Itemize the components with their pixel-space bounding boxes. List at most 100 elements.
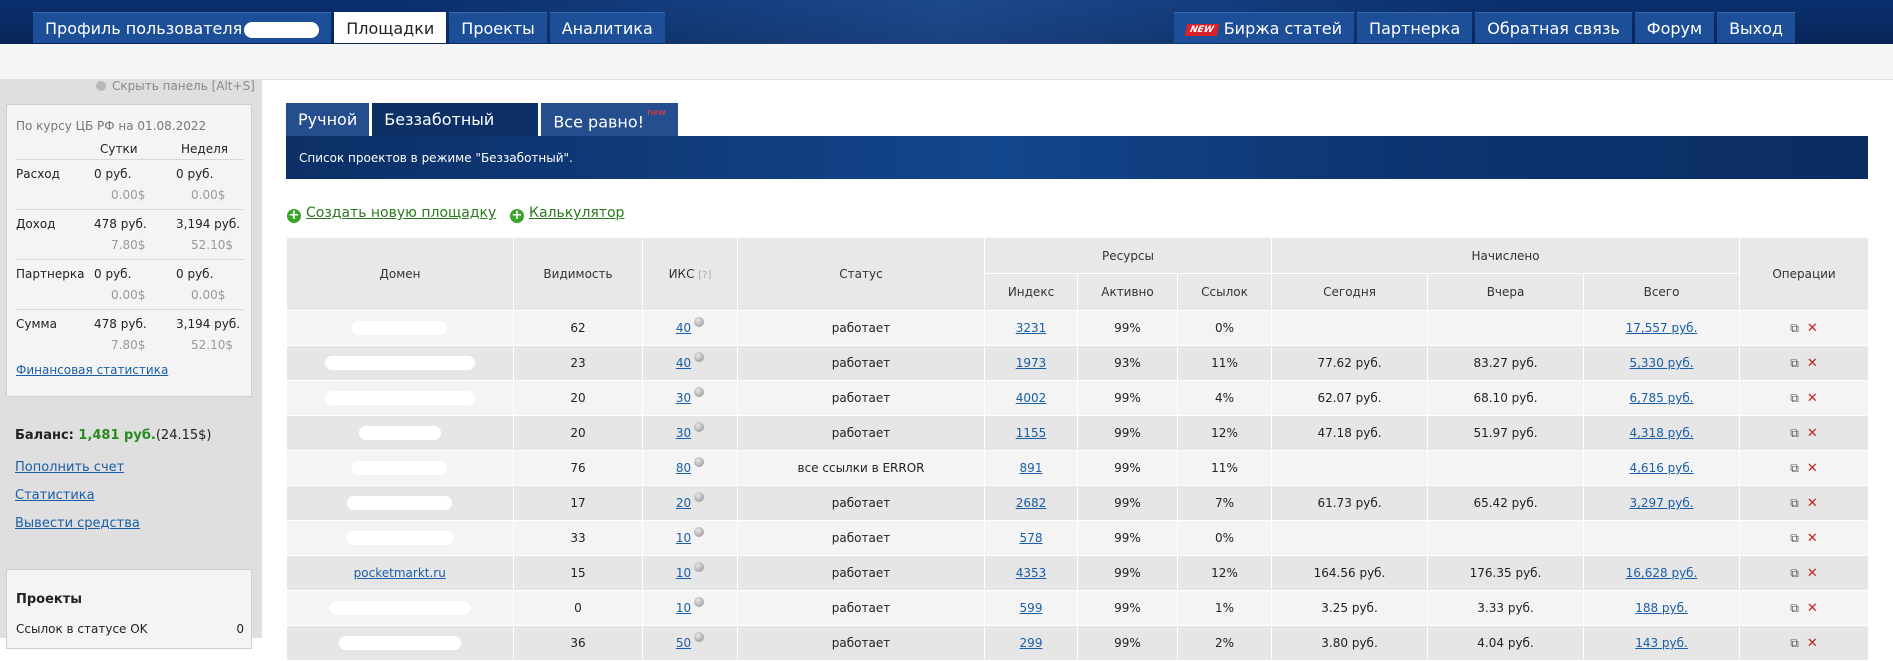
projects-row-label: Ссылок в статусе OK [16,622,148,636]
info-icon[interactable] [694,422,705,432]
iks-link[interactable]: 20 [676,496,691,510]
copy-icon[interactable]: ⧉ [1790,601,1799,616]
th-total[interactable]: Всего [1583,273,1741,311]
index-link[interactable]: 299 [1020,636,1043,650]
nav-projects[interactable]: Проекты [449,12,547,43]
delete-icon[interactable]: ✕ [1807,531,1818,546]
delete-icon[interactable]: ✕ [1807,566,1818,581]
delete-icon[interactable]: ✕ [1807,496,1818,511]
index-link[interactable]: 891 [1020,461,1043,475]
total-link[interactable]: 17,557 руб. [1626,321,1698,335]
copy-icon[interactable]: ⧉ [1790,566,1799,581]
info-icon[interactable] [694,597,705,607]
copy-icon[interactable]: ⧉ [1790,321,1799,336]
copy-icon[interactable]: ⧉ [1790,496,1799,511]
iks-link[interactable]: 40 [676,356,691,370]
index-link[interactable]: 1155 [1016,426,1047,440]
info-icon[interactable] [694,352,705,362]
tab-carefree[interactable]: Беззаботный [372,103,539,136]
domain-link[interactable]: pocketmarkt.ru [354,566,446,580]
finance-day-value: 478 руб. [94,317,147,331]
th-status[interactable]: Статус [737,237,985,311]
total-link[interactable]: 3,297 руб. [1629,496,1693,510]
total-link[interactable]: 5,330 руб. [1629,356,1693,370]
info-icon[interactable] [694,492,705,502]
index-link[interactable]: 3231 [1016,321,1047,335]
index-link[interactable]: 578 [1020,531,1043,545]
th-index[interactable]: Индекс [984,273,1078,311]
total-link[interactable]: 16,628 руб. [1626,566,1698,580]
cell-iks: 10 [642,520,738,556]
copy-icon[interactable]: ⧉ [1790,356,1799,371]
total-link[interactable]: 4,616 руб. [1629,461,1693,475]
th-active[interactable]: Активно [1077,273,1178,311]
index-link[interactable]: 1973 [1016,356,1047,370]
th-operations: Операции [1739,237,1870,311]
th-iks[interactable]: ИКС [?] [642,237,738,311]
info-icon[interactable] [694,387,705,397]
total-link[interactable]: 188 руб. [1635,601,1688,615]
copy-icon[interactable]: ⧉ [1790,461,1799,476]
create-platform-label: Создать новую площадку [306,205,497,221]
total-link[interactable]: 4,318 руб. [1629,426,1693,440]
delete-icon[interactable]: ✕ [1807,356,1818,371]
th-visibility[interactable]: Видимость [513,237,643,311]
th-domain[interactable]: Домен [286,237,514,311]
withdraw-link[interactable]: Вывести средства [15,516,140,531]
nav-logout[interactable]: Выход [1717,12,1795,43]
iks-link[interactable]: 40 [676,321,691,335]
help-icon[interactable]: [?] [698,270,711,281]
nav-profile[interactable]: Профиль пользователя [33,12,332,43]
hide-panel-toggle[interactable]: Скрыть панель [Alt+S] [96,79,255,93]
create-platform-link[interactable]: + Создать новую площадку [287,205,496,223]
index-link[interactable]: 4002 [1016,391,1047,405]
iks-link[interactable]: 50 [676,636,691,650]
delete-icon[interactable]: ✕ [1807,391,1818,406]
info-icon[interactable] [694,527,705,537]
copy-icon[interactable]: ⧉ [1790,531,1799,546]
iks-link[interactable]: 30 [676,426,691,440]
tab-whatever[interactable]: Все равно! new [541,103,678,136]
info-icon[interactable] [694,562,705,572]
th-yesterday[interactable]: Вчера [1427,273,1585,311]
financial-stats-link[interactable]: Финансовая статистика [16,363,168,377]
nav-affiliate[interactable]: Партнерка [1357,12,1473,43]
nav-forum[interactable]: Форум [1634,12,1715,43]
delete-icon[interactable]: ✕ [1807,426,1818,441]
cell-operations: ⧉ ✕ [1739,520,1870,556]
th-today[interactable]: Сегодня [1271,273,1429,311]
nav-article-exchange[interactable]: NEW Биржа статей [1174,12,1355,43]
iks-link[interactable]: 30 [676,391,691,405]
total-link[interactable]: 6,785 руб. [1629,391,1693,405]
info-icon[interactable] [694,457,705,467]
nav-platforms[interactable]: Площадки [334,12,447,43]
top-up-link[interactable]: Пополнить счет [15,460,124,475]
copy-icon[interactable]: ⧉ [1790,391,1799,406]
index-link[interactable]: 2682 [1016,496,1047,510]
iks-link[interactable]: 10 [676,601,691,615]
cell-status: работает [737,520,985,556]
iks-link[interactable]: 10 [676,566,691,580]
cell-domain [286,590,514,626]
calculator-link[interactable]: + Калькулятор [510,205,624,223]
copy-icon[interactable]: ⧉ [1790,426,1799,441]
cell-total: 5,330 руб. [1583,345,1741,381]
nav-analytics[interactable]: Аналитика [549,12,665,43]
delete-icon[interactable]: ✕ [1807,601,1818,616]
info-icon[interactable] [694,632,705,642]
index-link[interactable]: 599 [1020,601,1043,615]
delete-icon[interactable]: ✕ [1807,321,1818,336]
statistics-link[interactable]: Статистика [15,488,95,503]
info-icon[interactable] [694,317,705,327]
cell-iks: 10 [642,555,738,591]
delete-icon[interactable]: ✕ [1807,461,1818,476]
tab-manual[interactable]: Ручной [286,103,370,136]
total-link[interactable]: 143 руб. [1635,636,1688,650]
nav-left: Профиль пользователя Площадки Проекты Ан… [33,12,668,43]
index-link[interactable]: 4353 [1016,566,1047,580]
iks-link[interactable]: 10 [676,531,691,545]
th-links[interactable]: Ссылок [1176,273,1273,311]
iks-link[interactable]: 80 [676,461,691,475]
nav-feedback[interactable]: Обратная связь [1475,12,1632,43]
cell-active: 99% [1077,450,1178,486]
